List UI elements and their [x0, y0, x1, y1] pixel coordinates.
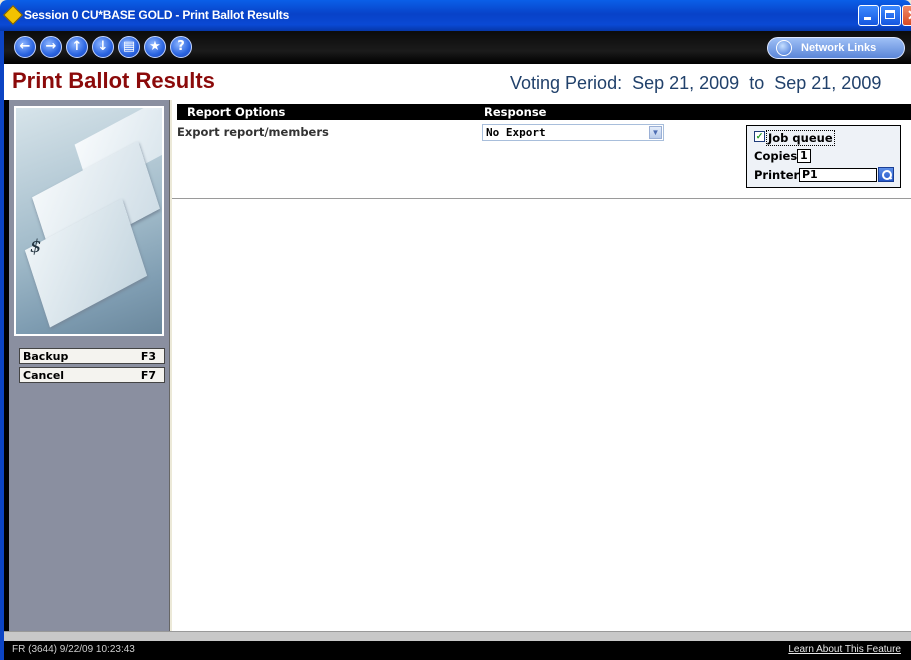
printer-label: Printer: [754, 168, 800, 182]
page-title: Print Ballot Results: [12, 68, 215, 93]
voting-start-date: Sep 21, 2009: [632, 73, 740, 93]
app-icon: [3, 5, 23, 25]
job-queue-checkbox[interactable]: ✓: [754, 131, 765, 142]
page-header: Print Ballot Results Voting Period: Sep …: [4, 64, 911, 100]
export-select[interactable]: No Export ▼: [482, 124, 664, 141]
response-header: Response: [482, 104, 911, 120]
voting-period-label: Voting Period:: [510, 73, 623, 93]
down-icon[interactable]: ↓: [92, 36, 114, 58]
learn-feature-link[interactable]: Learn About This Feature: [788, 644, 901, 655]
cancel-key: F7: [140, 369, 156, 382]
voting-period: Voting Period: Sep 21, 2009 to Sep 21, 2…: [510, 73, 886, 94]
printer-input[interactable]: P1: [799, 168, 877, 182]
maximize-button[interactable]: [880, 5, 901, 26]
print-options-box: ✓ Job queue Copies 1 Printer P1: [746, 125, 901, 188]
title-bar: Session 0 CU*BASE GOLD - Print Ballot Re…: [0, 0, 911, 31]
content-divider: [172, 198, 911, 199]
help-icon[interactable]: ?: [170, 36, 192, 58]
dollar-key-icon: $: [30, 236, 42, 257]
network-links-label: Network Links: [801, 42, 877, 54]
close-button[interactable]: [902, 5, 911, 26]
globe-icon: [776, 40, 792, 56]
voting-to-label: to: [749, 73, 765, 93]
copies-input[interactable]: 1: [797, 149, 811, 163]
export-select-value: No Export: [486, 126, 546, 139]
status-bar: FR (3644) 9/22/09 10:23:43 Learn About T…: [4, 641, 911, 660]
print-icon[interactable]: ▤: [118, 36, 140, 58]
main-content: Report Options Response Export report/me…: [172, 100, 911, 631]
forward-icon[interactable]: →: [40, 36, 62, 58]
status-session-info: FR (3644) 9/22/09 10:23:43: [12, 644, 135, 655]
up-icon[interactable]: ↑: [66, 36, 88, 58]
backup-key: F3: [140, 350, 156, 363]
toolbar: ← → ↑ ↓ ▤ ★ ? Network Links: [4, 31, 911, 64]
voting-end-date: Sep 21, 2009: [774, 73, 882, 93]
sidebar-keyboard-image: $: [14, 106, 164, 336]
minimize-button[interactable]: [858, 5, 879, 26]
copies-label: Copies: [754, 149, 798, 163]
export-report-label: Export report/members: [177, 125, 329, 139]
chevron-down-icon[interactable]: ▼: [649, 126, 662, 139]
job-queue-label[interactable]: Job queue: [766, 130, 835, 146]
network-links-button[interactable]: Network Links: [767, 37, 905, 59]
backup-label: Backup: [23, 350, 69, 363]
search-icon[interactable]: [878, 167, 894, 182]
window-title: Session 0 CU*BASE GOLD - Print Ballot Re…: [24, 8, 290, 22]
report-options-header: Report Options: [177, 104, 482, 120]
sidebar: $ Backup F3 Cancel F7: [9, 100, 170, 631]
cancel-label: Cancel: [23, 369, 65, 382]
backup-button[interactable]: Backup F3: [19, 348, 165, 364]
cancel-button[interactable]: Cancel F7: [19, 367, 165, 383]
back-icon[interactable]: ←: [14, 36, 36, 58]
favorite-icon[interactable]: ★: [144, 36, 166, 58]
